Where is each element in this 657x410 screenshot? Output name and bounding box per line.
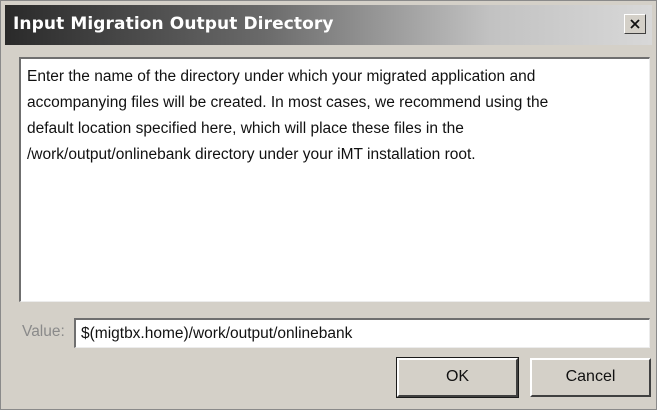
dialog-title: Input Migration Output Directory [13,14,334,34]
value-label: Value: [22,323,65,340]
ok-button[interactable]: OK [396,357,519,398]
value-input[interactable] [74,318,650,348]
cancel-button-label: Cancel [565,368,616,385]
title-bar[interactable]: Input Migration Output Directory [5,5,652,45]
close-icon [630,19,640,29]
dialog-window: Input Migration Output Directory Enter t… [0,0,657,410]
close-button[interactable] [624,14,646,34]
cancel-button[interactable]: Cancel [530,358,651,397]
ok-button-label: OK [445,368,470,385]
message-text-area[interactable]: Enter the name of the directory under wh… [19,57,650,302]
